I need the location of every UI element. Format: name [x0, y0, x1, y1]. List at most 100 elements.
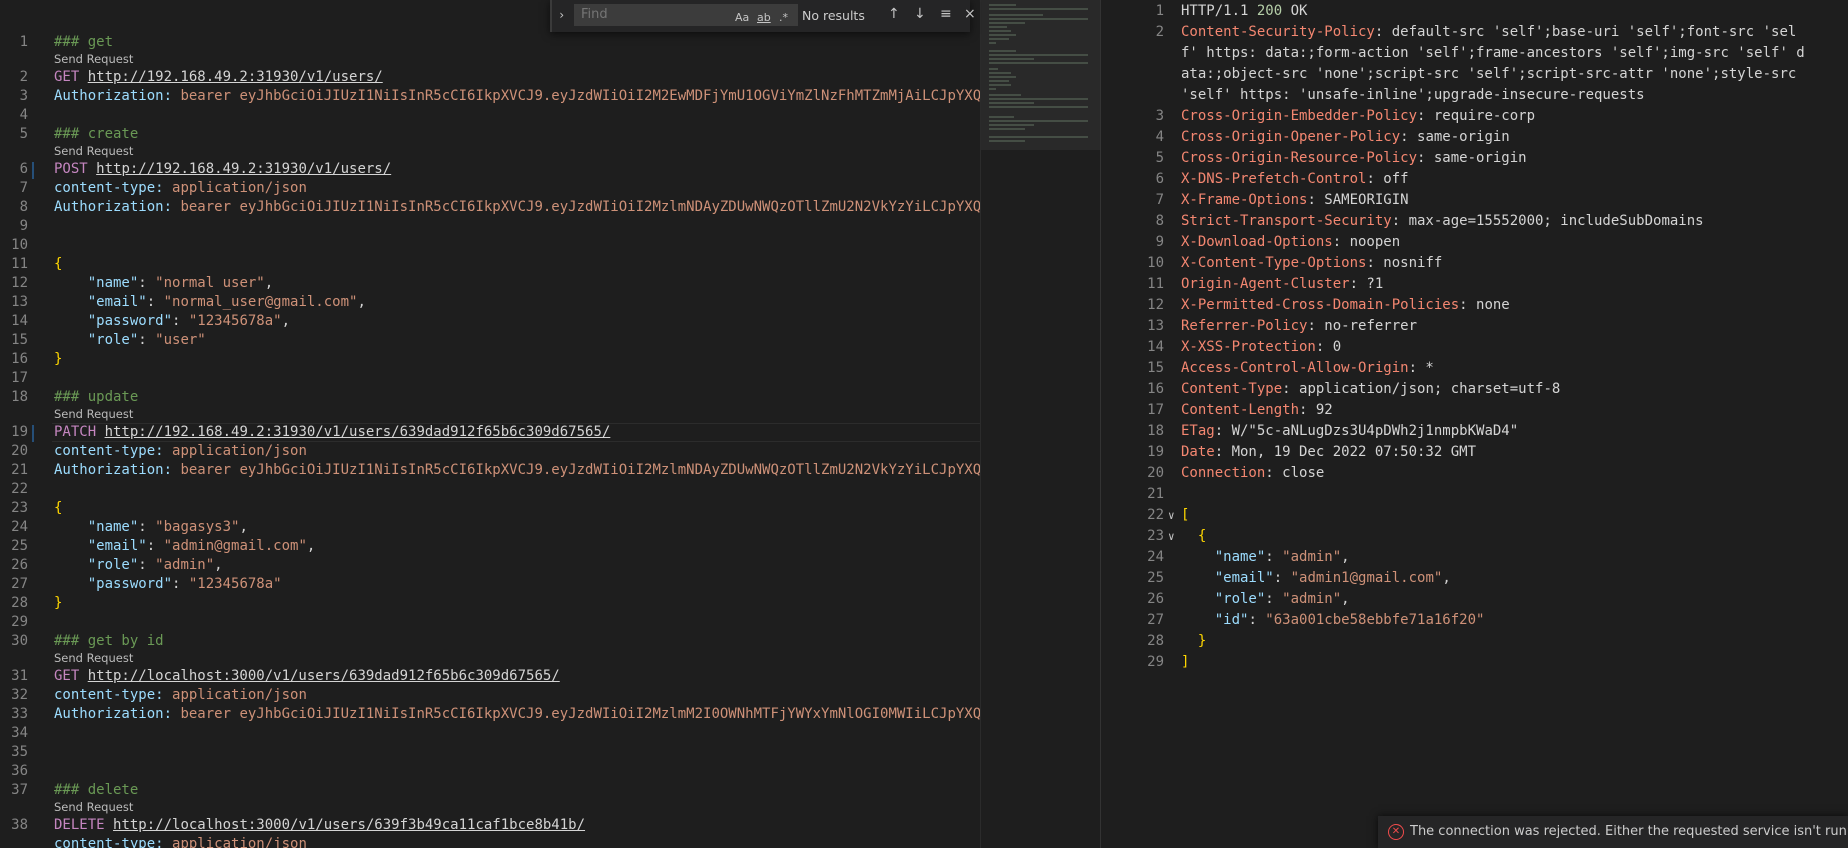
code-token: "role" [87, 557, 139, 573]
match-whole-word-icon[interactable]: ab [757, 11, 771, 24]
find-input-box[interactable]: Aa ab .* [574, 4, 798, 26]
code-token: : [1265, 549, 1283, 565]
line-number: 30 [11, 633, 28, 649]
send-request-link[interactable]: Send Request [54, 144, 133, 158]
code-token: : none [1459, 297, 1510, 313]
fold-chevron-icon[interactable]: ∨ [1168, 530, 1175, 543]
request-url-link[interactable]: http://192.168.49.2:31930/v1/users/639da… [105, 424, 611, 440]
code-token: : application/json; charset=utf-8 [1282, 381, 1561, 397]
code-token: } [54, 595, 63, 611]
line-number: 14 [1147, 339, 1164, 355]
code-token: "role" [87, 332, 139, 348]
code-token: Content-Type [1181, 381, 1283, 397]
line-number: 2 [1155, 24, 1164, 40]
request-url-link[interactable]: http://192.168.49.2:31930/v1/users/ [96, 161, 391, 177]
code-token: Origin-Agent-Cluster [1181, 276, 1350, 292]
line-number: 4 [1155, 129, 1164, 145]
code-token: : max-age=15552000; includeSubDomains [1391, 213, 1704, 229]
code-line: ### create [54, 126, 138, 142]
code-token: application/json [172, 687, 307, 703]
minimap-slider[interactable] [981, 0, 1101, 150]
code-line: ### delete [54, 782, 138, 798]
code-token: Authorization: [54, 88, 181, 104]
code-token: : [138, 332, 156, 348]
send-request-link[interactable]: Send Request [54, 407, 133, 421]
line-number: 28 [11, 595, 28, 611]
code-token: application/json [172, 836, 307, 848]
minimap[interactable] [980, 0, 1101, 848]
code-token: : Mon, 19 Dec 2022 07:50:32 GMT [1214, 444, 1477, 460]
arrow-down-icon[interactable]: ↓ [914, 6, 926, 22]
code-token: Connection [1181, 465, 1266, 481]
line-number: 20 [11, 443, 28, 459]
code-line: "email": "normal_user@gmail.com", [54, 294, 366, 310]
send-request-link[interactable]: Send Request [54, 800, 133, 814]
match-case-icon[interactable]: Aa [735, 11, 749, 24]
code-token: "normal_user@gmail.com" [163, 294, 358, 310]
line-number: 7 [19, 180, 28, 196]
chevron-right-icon[interactable]: › [558, 8, 565, 22]
response-line: X-Frame-Options: SAMEORIGIN [1181, 192, 1409, 208]
notification-toast[interactable]: ✕ The connection was rejected. Either th… [1378, 816, 1848, 848]
line-number: 38 [11, 817, 28, 833]
find-input[interactable] [575, 5, 737, 24]
code-token: : default-src 'self';base-uri 'self';fon… [1374, 24, 1797, 40]
line-number: 11 [1147, 276, 1164, 292]
code-token: ### update [54, 389, 139, 405]
code-token: "name" [87, 519, 139, 535]
code-line: "password": "12345678a", [54, 313, 290, 329]
response-line: X-XSS-Protection: 0 [1181, 339, 1341, 355]
code-token: : same-origin [1417, 150, 1527, 166]
line-number: 8 [1155, 213, 1164, 229]
notification-message: The connection was rejected. Either the … [1410, 824, 1848, 839]
line-number: 22 [1147, 507, 1164, 523]
code-token: Content-Length [1181, 402, 1300, 418]
arrow-up-icon[interactable]: ↑ [888, 6, 900, 22]
code-line: Authorization: bearer eyJhbGciOiJIUzI1Ni… [54, 706, 980, 722]
code-token: GET [54, 69, 88, 85]
response-viewer[interactable]: 1 HTTP/1.1 200 OK 2 Content-Security-Policy… [1116, 0, 1848, 848]
request-editor[interactable]: 1 ### get Send Request 2 GET http://192.168.… [0, 0, 980, 848]
code-token: Date [1181, 444, 1215, 460]
request-url-link[interactable]: http://192.168.49.2:31930/v1/users/ [88, 69, 383, 85]
code-token: Authorization: [54, 706, 181, 722]
code-token: Referrer-Policy [1181, 318, 1308, 334]
request-url-link[interactable]: http://localhost:3000/v1/users/639f3b49c… [113, 817, 585, 833]
code-token: application/json [172, 180, 307, 196]
code-token: : [1248, 612, 1266, 628]
code-line: } [54, 595, 62, 611]
code-token: X-Permitted-Cross-Domain-Policies [1181, 297, 1460, 313]
send-request-link[interactable]: Send Request [54, 52, 133, 66]
code-token: bearer eyJhbGciOiJIUzI1NiIsInR5cCI6IkpXV… [180, 88, 980, 104]
code-token: Cross-Origin-Embedder-Policy [1181, 108, 1418, 124]
line-number: 24 [11, 519, 28, 535]
code-token: X-Frame-Options [1181, 192, 1308, 208]
code-line: { [54, 256, 62, 272]
code-token: ### delete [54, 782, 139, 798]
code-line: POST http://192.168.49.2:31930/v1/users/ [54, 161, 391, 177]
regex-icon[interactable]: .* [779, 11, 788, 24]
code-token: Content-Security-Policy [1181, 24, 1375, 40]
close-icon[interactable]: × [964, 6, 976, 22]
code-line: ### update [54, 389, 138, 405]
selection-icon[interactable]: ≡ [940, 6, 952, 22]
line-number: 21 [11, 462, 28, 478]
code-token: bearer eyJhbGciOiJIUzI1NiIsInR5cCI6IkpXV… [180, 462, 980, 478]
code-token: content-type: [54, 836, 173, 848]
line-number: 10 [11, 237, 28, 253]
line-number: 1 [19, 34, 28, 50]
code-line: ### get by id [54, 633, 164, 649]
send-request-link[interactable]: Send Request [54, 651, 133, 665]
response-line: X-Content-Type-Options: nosniff [1181, 255, 1442, 271]
request-url-link[interactable]: http://localhost:3000/v1/users/639dad912… [88, 668, 560, 684]
fold-chevron-icon[interactable]: ∨ [1168, 509, 1175, 522]
editor-scrollbar[interactable] [1100, 0, 1117, 848]
line-number: 31 [11, 668, 28, 684]
code-token: : SAMEORIGIN [1307, 192, 1409, 208]
line-number: 5 [1155, 150, 1164, 166]
